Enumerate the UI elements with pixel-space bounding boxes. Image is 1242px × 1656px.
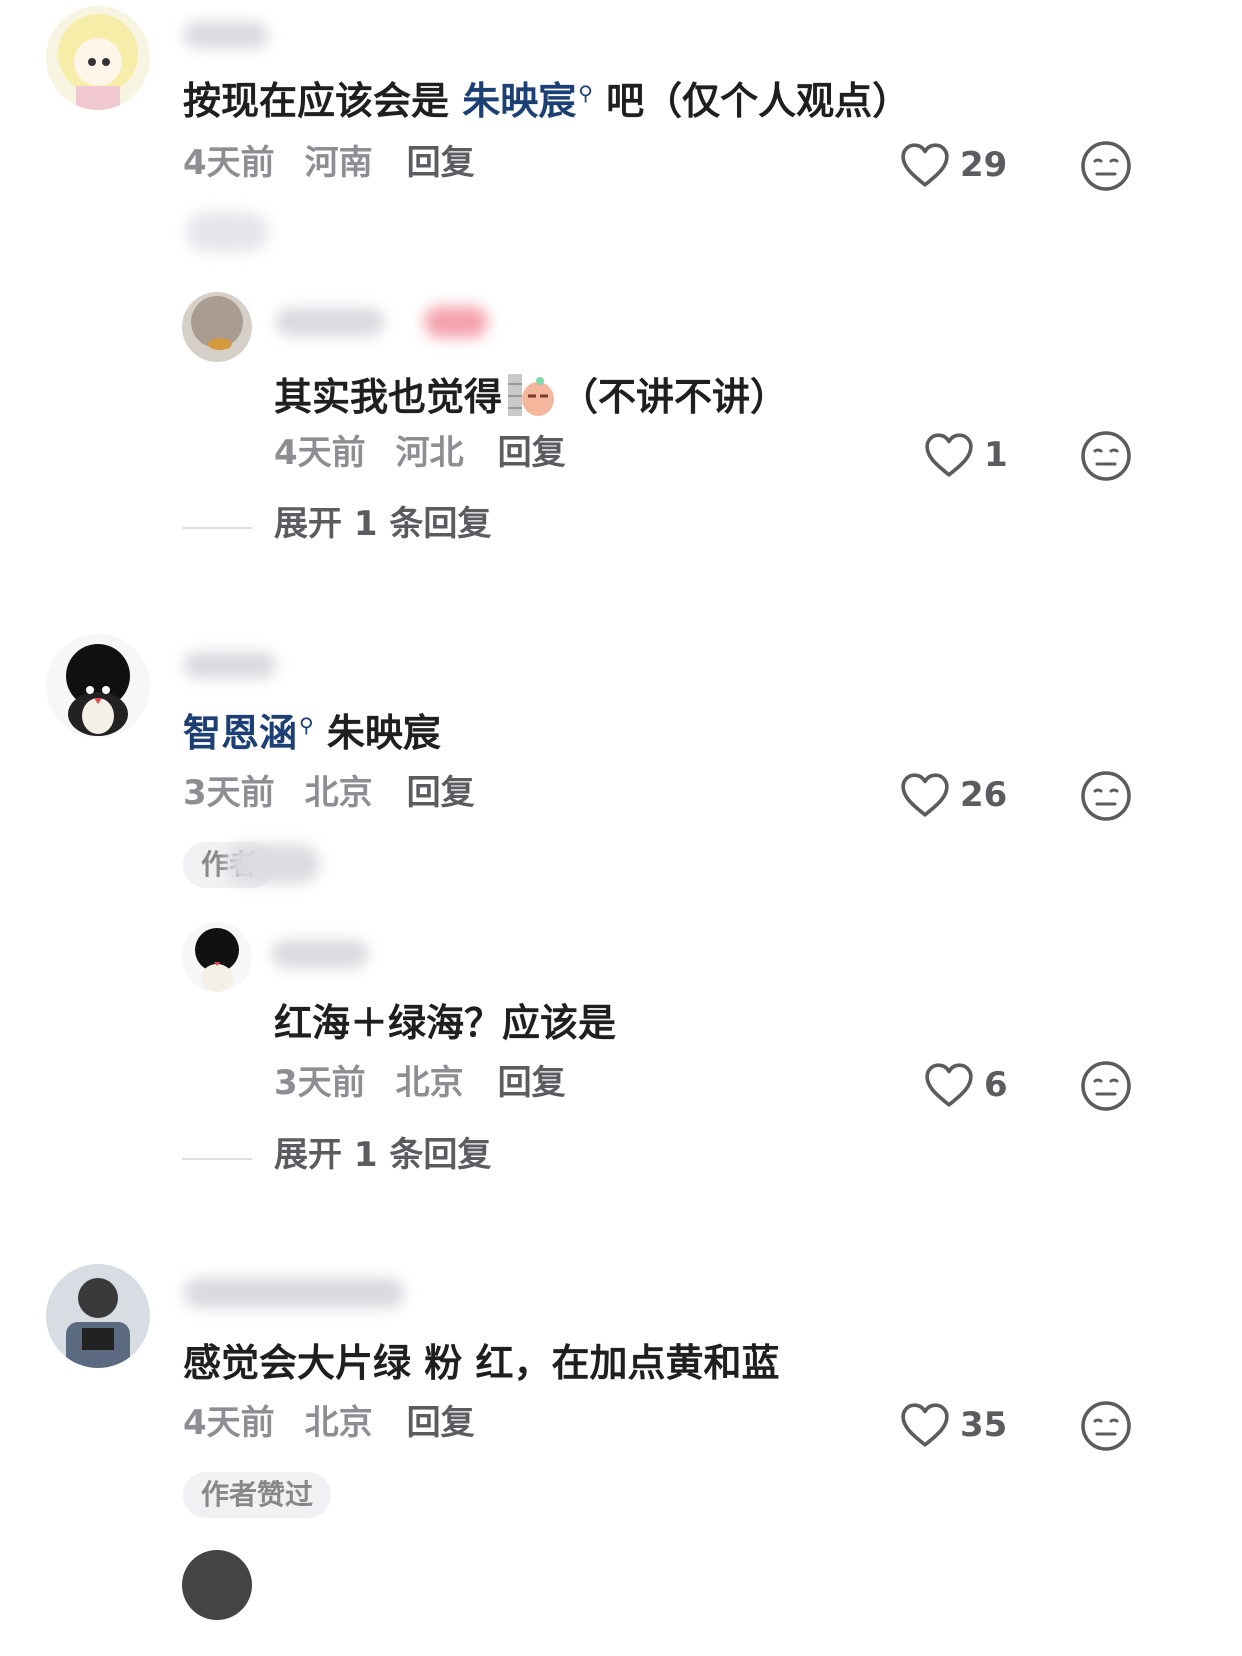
neutral-face-icon[interactable]	[1080, 770, 1132, 822]
reply-avatar[interactable]	[182, 292, 252, 362]
neutral-face-icon[interactable]	[1080, 1060, 1132, 1112]
search-icon: ⚲	[299, 713, 314, 738]
location: 北京	[395, 1063, 464, 1103]
reply-button[interactable]: 回复	[407, 143, 475, 183]
like-button[interactable]: 6	[924, 1060, 1008, 1110]
location: 北京	[304, 773, 373, 813]
next-comment-avatar[interactable]	[182, 1550, 252, 1620]
username-blurred[interactable]	[184, 1278, 404, 1308]
reply-text: 其实我也觉得 （不讲不讲）	[274, 372, 788, 418]
avatar-illustration	[58, 14, 138, 110]
like-button[interactable]: 35	[900, 1400, 1007, 1450]
reply-tag-blurred	[424, 306, 488, 338]
neutral-face-icon[interactable]	[1080, 1400, 1132, 1452]
like-count: 26	[960, 775, 1008, 815]
reply-avatar[interactable]	[182, 922, 252, 992]
like-button[interactable]: 29	[900, 140, 1007, 190]
username-blurred[interactable]	[184, 22, 268, 48]
author-liked-badge: 作者赞过	[183, 1472, 332, 1518]
divider	[182, 1158, 252, 1160]
location: 河北	[395, 433, 464, 473]
comment-meta: 4天前 河南 回复	[183, 146, 505, 180]
avatar[interactable]	[46, 6, 150, 110]
mention-link[interactable]: 智恩涵 ⚲	[183, 711, 314, 755]
badge-blurred	[226, 844, 320, 884]
comment-text: 按现在应该会是 朱映宸 ⚲ 吧（仅个人观点）	[183, 82, 910, 120]
comment-text: 智恩涵 ⚲ 朱映宸	[183, 714, 441, 752]
like-count: 1	[984, 435, 1008, 475]
timestamp: 4天前	[183, 143, 275, 183]
heart-outline-icon	[900, 142, 950, 188]
peeking-emoji-icon	[508, 374, 555, 416]
reply-button[interactable]: 回复	[498, 1063, 566, 1103]
badge-blurred	[186, 212, 268, 252]
reply-text-part: （不讲不讲）	[560, 375, 789, 419]
comment-text-part: 按现在应该会是	[183, 79, 463, 123]
timestamp: 3天前	[183, 773, 275, 813]
like-count: 35	[960, 1405, 1008, 1445]
avatar-illustration	[195, 928, 239, 992]
avatar-illustration	[66, 1278, 130, 1368]
heart-outline-icon	[900, 1402, 950, 1448]
reply-username-blurred[interactable]	[276, 308, 384, 336]
avatar-illustration	[66, 644, 130, 736]
timestamp: 4天前	[274, 433, 366, 473]
reply-meta: 4天前 河北 回复	[274, 436, 596, 470]
reply-username-blurred[interactable]	[272, 940, 368, 968]
like-button[interactable]: 1	[924, 430, 1008, 480]
location: 北京	[304, 1403, 373, 1443]
avatar[interactable]	[46, 1264, 150, 1368]
sticker-emoji	[506, 372, 556, 418]
reply-button[interactable]: 回复	[498, 433, 566, 473]
reply-button[interactable]: 回复	[407, 1403, 475, 1443]
comment-text: 感觉会大片绿 粉 红，在加点黄和蓝	[183, 1341, 780, 1385]
location: 河南	[304, 143, 373, 183]
expand-replies-button[interactable]: 展开 1 条回复	[274, 507, 491, 541]
timestamp: 3天前	[274, 1063, 366, 1103]
username-blurred[interactable]	[184, 652, 276, 678]
neutral-face-icon[interactable]	[1080, 430, 1132, 482]
divider	[182, 527, 252, 529]
expand-replies-button[interactable]: 展开 1 条回复	[274, 1138, 491, 1172]
comment-text-part: 朱映宸	[313, 711, 441, 755]
reply-meta: 3天前 北京 回复	[274, 1066, 596, 1100]
reply-button[interactable]: 回复	[407, 773, 475, 813]
reply-text-part: 其实我也觉得	[274, 375, 503, 419]
like-count: 29	[960, 145, 1008, 185]
heart-outline-icon	[924, 432, 974, 478]
like-count: 6	[984, 1065, 1008, 1105]
comment-meta: 4天前 北京 回复	[183, 1406, 505, 1440]
comment-meta: 3天前 北京 回复	[183, 776, 505, 810]
timestamp: 4天前	[183, 1403, 275, 1443]
like-button[interactable]: 26	[900, 770, 1007, 820]
reply-text: 红海＋绿海？应该是	[274, 1001, 617, 1045]
avatar[interactable]	[46, 634, 150, 738]
mention-link[interactable]: 朱映宸 ⚲	[462, 79, 593, 123]
comment-text-part: 吧（仅个人观点）	[592, 79, 911, 123]
search-icon: ⚲	[578, 81, 593, 106]
heart-outline-icon	[900, 772, 950, 818]
heart-outline-icon	[924, 1062, 974, 1108]
neutral-face-icon[interactable]	[1080, 140, 1132, 192]
avatar-illustration	[191, 296, 243, 350]
